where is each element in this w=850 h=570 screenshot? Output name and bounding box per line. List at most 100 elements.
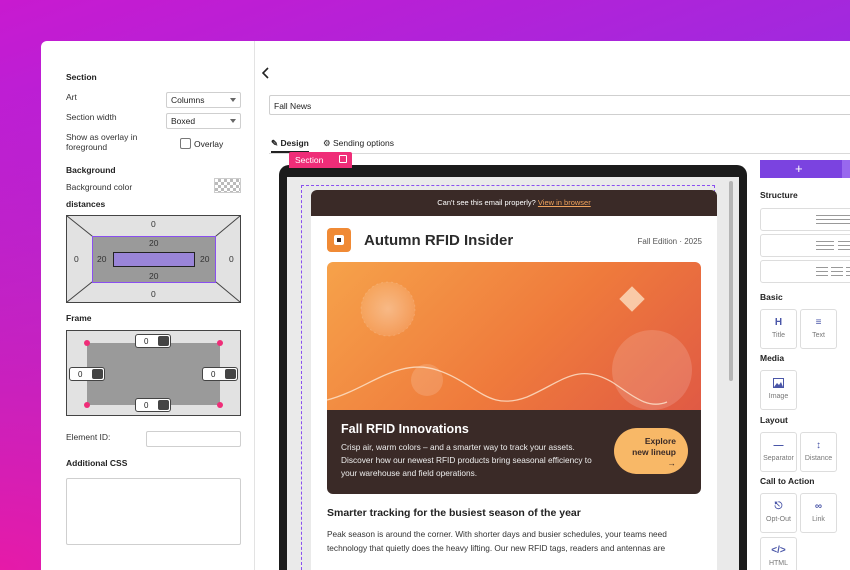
structure-heading: Structure — [760, 190, 798, 200]
distance-block-label: Distance — [804, 455, 833, 462]
media-heading: Media — [760, 353, 785, 363]
link-icon: ∞ — [814, 501, 823, 512]
text-lines-icon: ≡ — [815, 317, 822, 328]
text-block[interactable]: ≡ Text — [800, 309, 837, 349]
section-tag-label: Section — [295, 155, 324, 165]
tab-sending-options-label: Sending options — [333, 138, 394, 148]
element-id-input[interactable] — [146, 431, 241, 447]
copy-icon[interactable] — [339, 155, 347, 163]
border-right-value: 0 — [211, 370, 216, 379]
overlay-checkbox[interactable] — [180, 138, 191, 149]
basic-heading: Basic — [760, 292, 783, 302]
border-bottom-value: 0 — [144, 401, 149, 410]
art-select[interactable]: Columns — [166, 92, 241, 108]
structure-one-column[interactable] — [760, 208, 850, 231]
border-bottom-toggle[interactable]: 0 — [135, 398, 171, 412]
tab-design-label: Design — [280, 138, 309, 148]
add-block-label: + — [795, 161, 803, 176]
tab-design[interactable]: ✎ Design — [271, 138, 309, 153]
hero-illustration — [327, 281, 692, 410]
margin-left-value[interactable]: 0 — [74, 254, 79, 264]
overlay-label: Show as overlay in foreground — [66, 132, 138, 152]
padding-left-value[interactable]: 20 — [97, 254, 106, 264]
title-block-label: Title — [772, 332, 785, 339]
separator-block[interactable]: — Separator — [760, 432, 797, 472]
add-block-button[interactable]: + — [760, 160, 850, 178]
opt-out-icon: ⎋ — [774, 501, 783, 512]
back-chevron-icon[interactable] — [261, 67, 270, 82]
chevron-down-icon — [230, 119, 236, 123]
margin-top-value[interactable]: 0 — [151, 219, 156, 229]
structure-three-columns[interactable] — [760, 260, 850, 283]
email-body[interactable]: Can't see this email properly? View in b… — [311, 190, 717, 570]
tab-sending-options[interactable]: ⚙ Sending options — [323, 138, 394, 153]
view-in-browser-link[interactable]: View in browser — [538, 198, 591, 207]
add-button-edge — [842, 160, 850, 178]
editor-tabs: ✎ Design ⚙ Sending options — [269, 138, 850, 154]
cta-line-1: Explore — [644, 436, 676, 446]
section-heading: Section — [66, 72, 97, 82]
hero-title: Fall RFID Innovations — [341, 422, 469, 436]
structure-two-columns[interactable] — [760, 234, 850, 257]
section-body: Peak season is around the corner. With s… — [327, 529, 667, 553]
frame-preview — [87, 343, 220, 405]
border-top-toggle[interactable]: 0 — [135, 334, 171, 348]
section-width-value: Boxed — [171, 116, 196, 126]
padding-bottom-value[interactable]: 20 — [149, 271, 158, 281]
content-box — [113, 252, 195, 267]
arrow-right-icon: → — [667, 458, 677, 468]
hero-image — [327, 262, 701, 410]
opt-out-block-label: Opt-Out — [766, 516, 791, 523]
toggle-knob — [158, 336, 169, 346]
gears-icon: ⚙ — [323, 138, 331, 148]
section-settings-panel: Section Art Columns Section width Boxed … — [41, 41, 255, 570]
element-id-label: Element ID: — [66, 432, 111, 442]
hero-block[interactable]: Fall RFID Innovations Crisp air, warm co… — [327, 262, 701, 494]
distances-heading: distances — [66, 199, 106, 209]
explore-lineup-button[interactable]: Explore new lineup → — [614, 428, 688, 474]
preheader-bar: Can't see this email properly? View in b… — [311, 190, 717, 216]
html-block-label: HTML — [768, 560, 789, 567]
layout-heading: Layout — [760, 415, 788, 425]
preview-scrollbar[interactable] — [729, 181, 733, 381]
separator-block-label: Separator — [763, 455, 794, 462]
hero-body: Crisp air, warm colors – and a smarter w… — [341, 442, 592, 478]
preheader-text: Can't see this email properly? — [437, 198, 536, 207]
section-width-label: Section width — [66, 112, 117, 122]
link-block[interactable]: ∞ Link — [800, 493, 837, 533]
corner-handle[interactable] — [84, 340, 90, 346]
title-block[interactable]: H Title — [760, 309, 797, 349]
margin-right-value[interactable]: 0 — [229, 254, 234, 264]
background-color-swatch[interactable] — [214, 178, 241, 193]
margin-bottom-value[interactable]: 0 — [151, 289, 156, 299]
edition-label: Fall Edition · 2025 — [637, 237, 702, 246]
corner-handle[interactable] — [217, 402, 223, 408]
padding-right-value[interactable]: 20 — [200, 254, 209, 264]
device-preview-frame: Can't see this email properly? View in b… — [279, 165, 747, 570]
call-to-action-heading: Call to Action — [760, 476, 815, 486]
corner-handle[interactable] — [84, 402, 90, 408]
image-block[interactable]: Image — [760, 370, 797, 410]
separator-icon: — — [773, 440, 784, 451]
toggle-knob — [158, 400, 169, 410]
html-block[interactable]: </> HTML — [760, 537, 797, 570]
corner-handle[interactable] — [217, 340, 223, 346]
additional-css-heading: Additional CSS — [66, 458, 128, 468]
background-heading: Background — [66, 165, 116, 175]
toggle-knob — [92, 369, 103, 379]
distance-block[interactable]: ↕ Distance — [800, 432, 837, 472]
frame-editor: 0 0 0 0 — [66, 330, 241, 416]
toggle-knob — [225, 369, 236, 379]
opt-out-block[interactable]: ⎋ Opt-Out — [760, 493, 797, 533]
padding-top-value[interactable]: 20 — [149, 238, 158, 248]
border-right-toggle[interactable]: 0 — [202, 367, 238, 381]
chevron-down-icon — [230, 98, 236, 102]
newsletter-name-input[interactable]: Fall News — [269, 95, 850, 115]
frame-heading: Frame — [66, 313, 92, 323]
additional-css-textarea[interactable] — [66, 478, 241, 545]
section-width-select[interactable]: Boxed — [166, 113, 241, 129]
editor-window: Section Art Columns Section width Boxed … — [41, 41, 850, 570]
cta-line-2: new lineup — [632, 447, 676, 457]
border-left-toggle[interactable]: 0 — [69, 367, 105, 381]
section-tag[interactable]: Section — [289, 152, 352, 168]
